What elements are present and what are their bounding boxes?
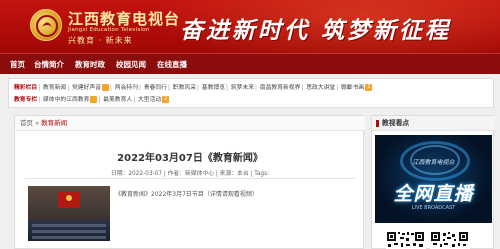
nav-item-home[interactable]: 首页 [10,54,25,75]
channel-link[interactable]: 南昌教育新视界 [260,85,301,91]
channel-badge: 2 [162,96,170,103]
logo-name-en: Jiangxi Education Television [68,27,150,33]
qr-code-icon [430,230,470,249]
promo-headline: 全网直播 [393,183,474,205]
logo-name-cn[interactable]: 江西教育电视台 [68,8,180,29]
live-promo-banner[interactable]: 江西教育电视台 全网直播 LIVE BROADCAST [375,135,492,223]
sidebar-header: 教视看点 [372,116,495,131]
channel-bar: 精彩栏目| 教育新闻| 党建好声音 | 两会特刊| 青春同行| 职教风采| 基教博… [8,78,494,108]
breadcrumb-home[interactable]: 首页 [20,119,33,127]
article-title: 2022年03月07日《教育新闻》 [117,153,263,164]
channel-link[interactable]: 青春同行 [144,85,167,91]
channel-link[interactable]: 基教博览 [202,85,225,91]
featured-row: 精彩栏目| 教育新闻| 党建好声音 | 两会特刊| 青春同行| 职教风采| 基教博… [14,84,373,91]
channel-link[interactable]: 职教风采 [173,85,196,91]
main-nav: 首页 台情简介 教育时政 校园见闻 在线直播 [0,53,500,74]
sidebar-title: 教视看点 [382,119,410,127]
channel-badge [102,84,109,91]
nav-item-politics[interactable]: 教育时政 [75,54,105,75]
special-title: 教育专栏 [14,97,38,103]
channel-link[interactable]: 两会特刊 [115,85,138,91]
article-meta: 日期：2022-03-07 | 作者：新媒体中心 | 来源：本台 | Tags: [110,171,270,177]
channel-link[interactable]: 教育新闻 [43,85,66,91]
promo-subtitle: LIVE BROADCAST [411,205,456,211]
emblem-icon [66,195,72,201]
header-banner: 江西教育电视台 Jiangxi Education Television 兴教育… [0,0,500,53]
logo-emblem-icon[interactable] [30,9,62,41]
channel-link[interactable]: 思政大讲堂 [306,85,335,91]
channel-link[interactable]: 媒体中的江西教育 [43,97,89,103]
qr-code-icon [386,230,426,249]
section-marker-icon [376,120,379,127]
channel-badge: 1 [365,84,373,91]
breadcrumb: 首页 » 教育新闻 [15,116,365,131]
header-slogan: 奋进新时代 筑梦新征程 [180,17,452,44]
channel-link[interactable]: 赣鄱书画 [341,85,364,91]
channel-badge [90,96,98,103]
article-thumbnail[interactable] [28,186,110,241]
channel-link[interactable]: 党建好声音 [72,85,101,91]
nav-item-about[interactable]: 台情简介 [34,54,64,75]
divider [25,178,355,179]
nav-item-campus[interactable]: 校园见闻 [116,54,146,75]
channel-link[interactable]: 最美教育人 [103,97,132,103]
breadcrumb-current[interactable]: 教育新闻 [41,119,67,127]
nav-item-live[interactable]: 在线直播 [157,54,187,75]
channel-link[interactable]: 筑梦未来 [231,85,254,91]
sidebar: 教视看点 江西教育电视台 全网直播 LIVE BROADCAST [371,115,495,249]
promo-caption: 江西教育电视台 [412,159,455,166]
page: 江西教育电视台 Jiangxi Education Television 兴教育… [0,0,500,249]
article-panel: 首页 » 教育新闻 2022年03月07日《教育新闻》 日期：2022-03-0… [14,115,365,249]
special-row: 教育专栏| 媒体中的江西教育 | 最美教育人| 大型活动 2 [14,96,170,103]
channel-link[interactable]: 大型活动 [138,97,161,103]
logo-slogan: 兴教育 · 新未来 [68,36,133,45]
breadcrumb-separator: » [35,119,40,127]
article-summary[interactable]: 《教育新闻》2022年3月7日节目（详情请观看视频） [115,189,258,198]
featured-title: 精彩栏目 [14,85,38,91]
